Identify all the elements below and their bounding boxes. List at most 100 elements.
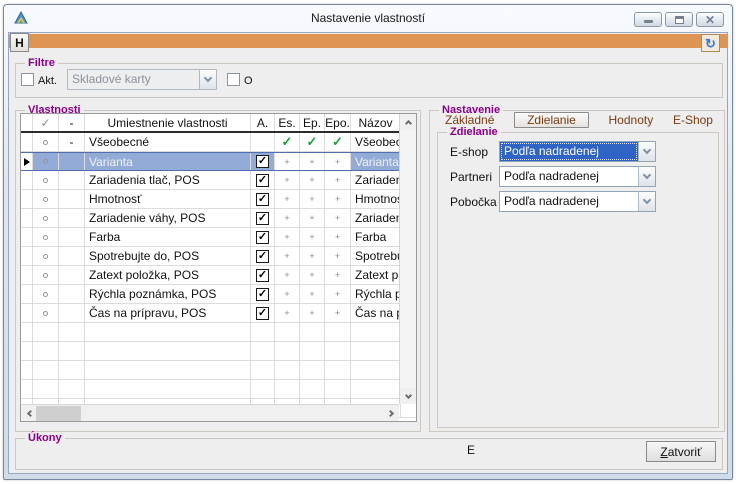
close-window-button[interactable]: ✕ xyxy=(696,12,724,27)
row-checkbox[interactable]: ✓ xyxy=(256,269,269,282)
table-header-row: ✓-Umiestnenie vlastnostiA.Es.Ep.Epo.Názo… xyxy=(21,114,416,133)
plus-mark-icon: + xyxy=(284,213,289,223)
properties-table: ✓-Umiestnenie vlastnostiA.Es.Ep.Epo.Názo… xyxy=(20,113,417,422)
plus-mark-icon: + xyxy=(284,270,289,280)
plus-mark-icon: + xyxy=(284,157,289,167)
row-dot-icon xyxy=(43,197,48,202)
pobo-ka-dropdown[interactable]: Podľa nadradenej xyxy=(499,191,656,212)
horizontal-scrollbar-thumb[interactable] xyxy=(36,406,81,421)
table-row[interactable]: Hmotnosť✓+++Hmotnosť xyxy=(21,190,416,209)
table-row[interactable]: Spotrebujte do, POS✓+++Spotrebujte do, P… xyxy=(21,247,416,266)
o-checkbox[interactable] xyxy=(227,73,240,86)
table-row[interactable]: Farba✓+++Farba xyxy=(21,228,416,247)
plus-mark-icon: + xyxy=(335,270,340,280)
plus-mark-icon: + xyxy=(284,194,289,204)
plus-mark-icon: + xyxy=(335,194,340,204)
close-dialog-button[interactable]: Zatvoriť xyxy=(646,441,716,462)
row-checkbox[interactable]: ✓ xyxy=(256,307,269,320)
empty-table-row[interactable] xyxy=(21,342,416,361)
row-dot-icon xyxy=(43,216,48,221)
plus-mark-icon: + xyxy=(309,194,314,204)
plus-mark-icon: + xyxy=(284,308,289,318)
check-icon: ✓ xyxy=(332,134,343,150)
app-icon xyxy=(14,11,28,25)
plus-mark-icon: + xyxy=(335,251,340,261)
chevron-right-icon xyxy=(386,409,393,416)
row-checkbox[interactable]: ✓ xyxy=(256,174,269,187)
check-icon: ✓ xyxy=(282,134,293,150)
o-checkbox-label: O xyxy=(244,75,253,87)
selected-row-marker xyxy=(24,158,30,166)
scroll-right-button[interactable] xyxy=(383,405,399,421)
actions-group: Úkony xyxy=(15,438,723,470)
tab-z-kladn-[interactable]: Základné xyxy=(445,113,494,127)
table-row[interactable]: Rýchla poznámka, POS✓+++Rýchla poznámka,… xyxy=(21,285,416,304)
empty-table-row[interactable] xyxy=(21,380,416,399)
tab-e-shop[interactable]: E-Shop xyxy=(673,113,713,127)
plus-mark-icon: + xyxy=(309,251,314,261)
scroll-left-button[interactable] xyxy=(21,405,37,421)
plus-mark-icon: + xyxy=(309,175,314,185)
refresh-button[interactable]: ↻ xyxy=(701,34,720,52)
chevron-down-icon xyxy=(204,74,212,82)
field-label-e-shop: E-shop xyxy=(450,145,488,159)
row-dot-icon xyxy=(43,254,48,259)
h-button[interactable]: H xyxy=(10,33,29,52)
filter-group-label: Filtre xyxy=(25,57,58,69)
plus-mark-icon: + xyxy=(309,270,314,280)
row-checkbox[interactable]: ✓ xyxy=(256,250,269,263)
scroll-up-button[interactable] xyxy=(400,114,416,130)
titlebar[interactable]: Nastavenie vlastností ✕ xyxy=(4,5,732,31)
horizontal-scrollbar[interactable] xyxy=(21,404,399,421)
dropdown-arrow-button[interactable] xyxy=(638,192,655,211)
vertical-scrollbar[interactable] xyxy=(399,114,416,404)
chevron-down-icon xyxy=(404,391,411,398)
tab-zdielanie[interactable]: Zdielanie xyxy=(514,112,589,128)
plus-mark-icon: + xyxy=(335,289,340,299)
dropdown-value: Podľa nadradenej xyxy=(500,167,638,186)
plus-mark-icon: + xyxy=(335,157,340,167)
e-shop-dropdown[interactable]: Podľa nadradenej xyxy=(499,141,656,162)
row-checkbox[interactable]: ✓ xyxy=(256,231,269,244)
row-checkbox[interactable]: ✓ xyxy=(256,155,269,168)
plus-mark-icon: + xyxy=(284,175,289,185)
plus-mark-icon: + xyxy=(309,232,314,242)
table-row[interactable]: Zariadenia tlač, POS✓+++Zariadenia tlač,… xyxy=(21,171,416,190)
properties-table-body: ✓-Umiestnenie vlastnostiA.Es.Ep.Epo.Názo… xyxy=(21,114,416,418)
scroll-down-button[interactable] xyxy=(400,388,416,404)
empty-table-row[interactable] xyxy=(21,361,416,380)
partneri-dropdown[interactable]: Podľa nadradenej xyxy=(499,166,656,187)
actions-group-label: Úkony xyxy=(25,432,65,444)
window-title: Nastavenie vlastností xyxy=(4,5,732,31)
field-label-partneri: Partneri xyxy=(450,170,492,184)
row-dot-icon xyxy=(43,140,48,145)
table-row[interactable]: Zatext položka, POS✓+++Zatext položka, P… xyxy=(21,266,416,285)
dropdown-arrow-button[interactable] xyxy=(638,167,655,186)
plus-mark-icon: + xyxy=(284,251,289,261)
empty-table-row[interactable] xyxy=(21,323,416,342)
plus-mark-icon: + xyxy=(284,289,289,299)
row-checkbox[interactable]: ✓ xyxy=(256,288,269,301)
table-row[interactable]: Čas na prípravu, POS✓+++Čas na prípravu,… xyxy=(21,304,416,323)
row-checkbox[interactable]: ✓ xyxy=(256,212,269,225)
toolbar xyxy=(9,34,727,48)
minimize-button[interactable] xyxy=(634,12,662,27)
dropdown-arrow-button[interactable] xyxy=(199,70,216,89)
chevron-left-icon xyxy=(27,409,34,416)
row-checkbox[interactable]: ✓ xyxy=(256,193,269,206)
filter-group: Filtre Akt. Skladové karty O xyxy=(15,63,723,98)
close-icon: ✕ xyxy=(705,15,715,25)
akt-checkbox-label: Akt. xyxy=(38,75,57,87)
field-label-pobo-ka: Pobočka xyxy=(450,195,497,209)
plus-mark-icon: + xyxy=(284,232,289,242)
plus-mark-icon: + xyxy=(309,213,314,223)
filter-type-dropdown[interactable]: Skladové karty xyxy=(67,69,217,90)
table-row[interactable]: Zariadenie váhy, POS✓+++Zariadenie váhy,… xyxy=(21,209,416,228)
akt-checkbox[interactable] xyxy=(21,73,34,86)
table-row[interactable]: Varianta✓+++Varianta xyxy=(21,152,416,171)
dropdown-arrow-button[interactable] xyxy=(638,142,655,161)
table-row[interactable]: -Všeobecné✓✓✓Všeobecné xyxy=(21,133,416,152)
maximize-button[interactable] xyxy=(665,12,693,27)
tab-hodnoty[interactable]: Hodnoty xyxy=(609,113,654,127)
dialog-window: Nastavenie vlastností ✕ H ↻ Filtre Akt. … xyxy=(3,4,733,480)
